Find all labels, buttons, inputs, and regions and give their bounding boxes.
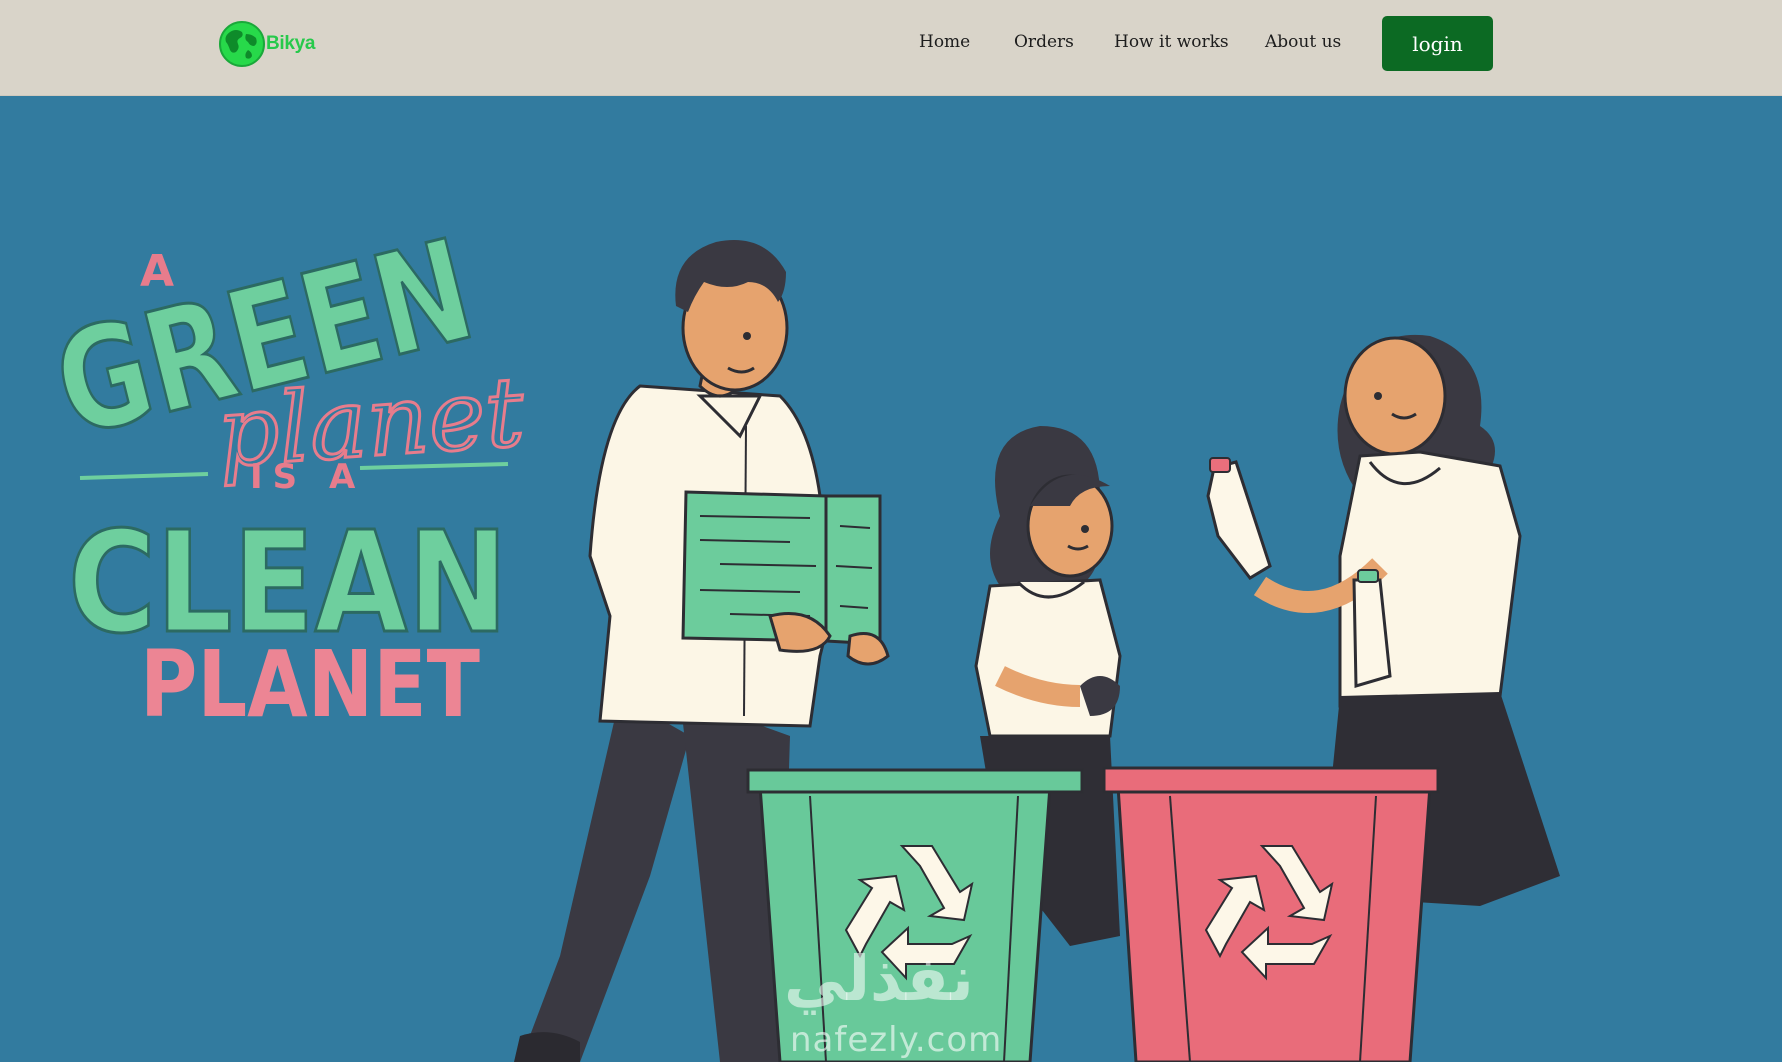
site-header: Bikya Home Orders How it works About us …: [0, 0, 1782, 96]
green-recycle-bin: [746, 768, 1084, 1062]
red-recycle-bin: [1102, 766, 1440, 1062]
nav-home[interactable]: Home: [919, 32, 970, 52]
watermark-url: nafezly.com: [790, 1020, 1003, 1060]
nav-about-us[interactable]: About us: [1265, 32, 1341, 52]
login-button[interactable]: login: [1382, 16, 1493, 71]
brand-name: Bikya: [266, 33, 316, 54]
hero-section: A GREEN planet IS A CLEAN PLANET نفذلي n…: [0, 96, 1782, 1062]
globe-icon: [219, 21, 265, 67]
nav-orders[interactable]: Orders: [1014, 32, 1074, 52]
recycling-illustration: [514, 240, 1560, 1062]
nav-how-it-works[interactable]: How it works: [1114, 32, 1229, 52]
watermark-arabic: نفذلي: [784, 942, 974, 1015]
brand-logo[interactable]: Bikya: [216, 20, 316, 68]
